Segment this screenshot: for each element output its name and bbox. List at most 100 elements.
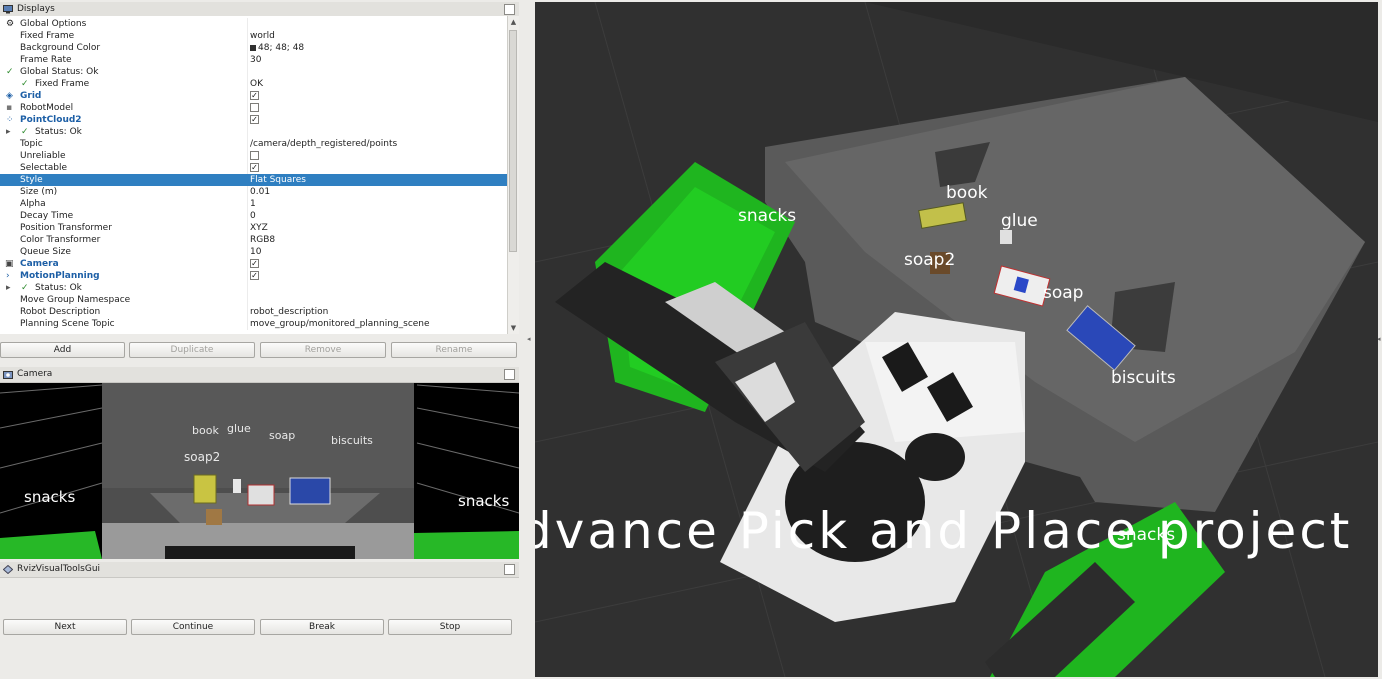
- selectable-checkbox[interactable]: ✓: [250, 163, 259, 172]
- camera-label-soap2: soap2: [184, 450, 221, 464]
- camera-panel-float-button[interactable]: [504, 369, 515, 380]
- tree-row-pointcloud2[interactable]: ⁘ PointCloud2 ✓: [0, 114, 507, 126]
- camera-panel-header: Camera: [0, 367, 519, 383]
- camera-image-view[interactable]: book glue soap biscuits soap2 snacks sna…: [0, 383, 519, 559]
- row-name: Robot Description: [20, 307, 101, 317]
- camera-label-soap: soap: [269, 429, 296, 442]
- break-button[interactable]: Break: [260, 619, 384, 635]
- row-name: Camera: [20, 259, 59, 269]
- pointcloud2-enabled-checkbox[interactable]: ✓: [250, 115, 259, 124]
- scroll-down-icon[interactable]: ▼: [509, 324, 518, 333]
- continue-button[interactable]: Continue: [131, 619, 255, 635]
- row-value[interactable]: 0: [250, 210, 256, 222]
- tree-row-queue-size[interactable]: Queue Size 10: [0, 246, 507, 258]
- rename-display-button[interactable]: Rename: [391, 342, 517, 358]
- color-swatch: [250, 44, 256, 51]
- scrollbar-thumb[interactable]: [509, 30, 517, 252]
- tree-row-robotmodel[interactable]: ▪ RobotModel: [0, 102, 507, 114]
- row-name: Fixed Frame: [20, 31, 75, 41]
- camera-label-snacks-right: snacks: [458, 492, 510, 510]
- scene-label-biscuits: biscuits: [1111, 368, 1176, 388]
- robotmodel-enabled-checkbox[interactable]: [250, 103, 259, 112]
- grid-enabled-checkbox[interactable]: ✓: [250, 91, 259, 100]
- scroll-up-icon[interactable]: ▲: [509, 18, 518, 27]
- scene-label-snacks-top: snacks: [738, 206, 797, 226]
- tree-row-motionplanning[interactable]: › MotionPlanning ✓: [0, 270, 507, 282]
- tree-row-pointcloud-status[interactable]: ▸ ✓ Status: Ok: [0, 126, 507, 138]
- row-value[interactable]: RGB8: [250, 234, 275, 246]
- tree-row-robot-description[interactable]: Robot Description robot_description: [0, 306, 507, 318]
- row-value[interactable]: 10: [250, 246, 261, 258]
- row-value: OK: [250, 79, 263, 89]
- duplicate-display-button[interactable]: Duplicate: [129, 342, 255, 358]
- camera-label-snacks-left: snacks: [24, 488, 76, 506]
- camera-scene: [0, 383, 519, 559]
- tree-scrollbar[interactable]: ▲ ▼: [507, 16, 519, 334]
- row-value[interactable]: 30: [250, 54, 261, 66]
- render-3d-view[interactable]: snacks book glue soap2 soap biscuits sna…: [535, 2, 1378, 677]
- scene-banner-text: dvance Pick and Place project: [535, 502, 1353, 560]
- row-name: PointCloud2: [20, 115, 82, 125]
- row-value[interactable]: world: [250, 30, 275, 42]
- tree-row-decay-time[interactable]: Decay Time 0: [0, 210, 507, 222]
- rviz-tools-panel-header: RvizVisualToolsGui: [0, 562, 519, 578]
- camera-label-glue: glue: [227, 422, 251, 435]
- displays-property-tree[interactable]: ⚙ Global Options Fixed Frame world Backgro…: [0, 16, 508, 334]
- row-name: Size (m): [20, 187, 58, 197]
- motion-planning-icon: ›: [6, 271, 10, 281]
- scene-label-soap: soap: [1043, 283, 1084, 303]
- check-ok-icon: ✓: [21, 127, 29, 137]
- tree-row-size[interactable]: Size (m) 0.01: [0, 186, 507, 198]
- row-value[interactable]: 48; 48; 48: [250, 42, 304, 54]
- row-name: Planning Scene Topic: [20, 319, 115, 329]
- row-name: Move Group Namespace: [20, 295, 131, 305]
- tree-row-grid[interactable]: ◈ Grid ✓: [0, 90, 507, 102]
- tree-row-alpha[interactable]: Alpha 1: [0, 198, 507, 210]
- remove-display-button[interactable]: Remove: [260, 342, 386, 358]
- stop-button[interactable]: Stop: [388, 619, 512, 635]
- tree-row-fixed-frame[interactable]: Fixed Frame world: [0, 30, 507, 42]
- tree-row-background-color[interactable]: Background Color 48; 48; 48: [0, 42, 507, 54]
- tree-row-move-group-namespace[interactable]: Move Group Namespace: [0, 294, 507, 306]
- tree-row-frame-rate[interactable]: Frame Rate 30: [0, 54, 507, 66]
- tree-row-color-transformer[interactable]: Color Transformer RGB8: [0, 234, 507, 246]
- displays-panel-float-button[interactable]: [504, 4, 515, 15]
- motionplanning-enabled-checkbox[interactable]: ✓: [250, 271, 259, 280]
- camera-icon: ▣: [5, 259, 14, 269]
- unreliable-checkbox[interactable]: [250, 151, 259, 160]
- tree-row-style[interactable]: Style Flat Squares: [0, 174, 507, 186]
- expand-arrow-icon[interactable]: ▸: [6, 126, 11, 138]
- tree-row-global-options[interactable]: ⚙ Global Options: [0, 18, 507, 30]
- tree-row-topic[interactable]: Topic/camera/depth_registered/points: [0, 138, 507, 150]
- expand-arrow-icon[interactable]: ▸: [6, 282, 11, 294]
- next-button[interactable]: Next: [3, 619, 127, 635]
- rviz-tools-panel-float-button[interactable]: [504, 564, 515, 575]
- tree-row-global-status[interactable]: ✓ Global Status: Ok: [0, 66, 507, 78]
- tree-row-camera[interactable]: ▣ Camera ✓: [0, 258, 507, 270]
- camera-enabled-checkbox[interactable]: ✓: [250, 259, 259, 268]
- row-value[interactable]: move_group/monitored_planning_scene: [250, 318, 430, 330]
- tree-row-position-transformer[interactable]: Position Transformer XYZ: [0, 222, 507, 234]
- tree-row-unreliable[interactable]: Unreliable: [0, 150, 507, 162]
- row-value[interactable]: 1: [250, 198, 256, 210]
- monitor-icon: [3, 5, 13, 14]
- row-name: Color Transformer: [20, 235, 101, 245]
- row-value[interactable]: /camera/depth_registered/points: [250, 138, 397, 150]
- row-value[interactable]: 0.01: [250, 186, 270, 198]
- tree-row-planning-scene-topic[interactable]: Planning Scene Topic move_group/monitored…: [0, 318, 507, 330]
- tree-row-fixed-frame-status[interactable]: ✓ Fixed Frame OK: [0, 78, 507, 90]
- tree-row-motionplanning-status[interactable]: ▸ ✓ Status: Ok: [0, 282, 507, 294]
- row-value[interactable]: Flat Squares: [250, 174, 306, 186]
- scene-3d: [535, 2, 1378, 677]
- row-name: Selectable: [20, 163, 68, 173]
- tree-row-selectable[interactable]: Selectable ✓: [0, 162, 507, 174]
- add-display-button[interactable]: Add: [0, 342, 125, 358]
- row-name: Global Options: [20, 19, 87, 29]
- splitter-handle-icon[interactable]: ◂: [527, 335, 533, 343]
- robot-icon: ▪: [6, 103, 13, 113]
- row-name: Style: [20, 175, 43, 185]
- camera-panel-title: Camera: [17, 369, 53, 379]
- row-name: Unreliable: [20, 151, 66, 161]
- row-value[interactable]: robot_description: [250, 306, 328, 318]
- row-value[interactable]: XYZ: [250, 222, 268, 234]
